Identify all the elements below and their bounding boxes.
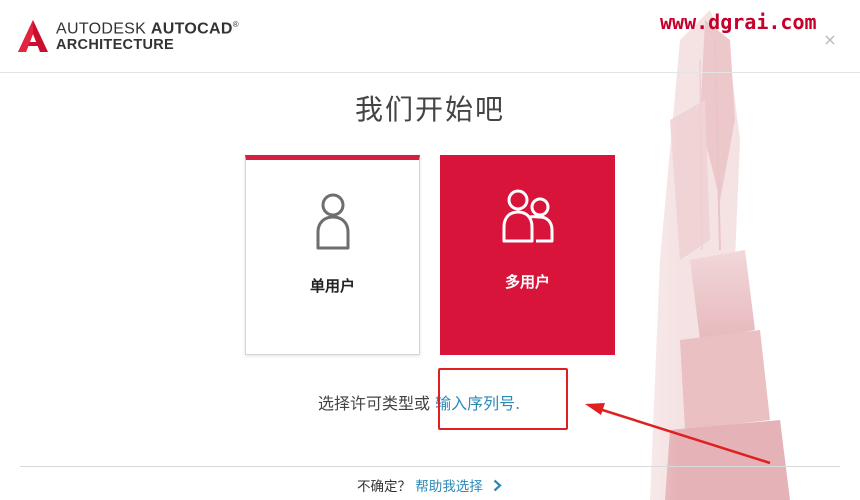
annotation-highlight-box — [438, 368, 568, 430]
footer-divider — [20, 466, 840, 467]
multi-user-label: 多用户 — [504, 273, 550, 291]
brand-product: AUTOCAD — [150, 20, 233, 38]
brand-edition: ARCHITECTURE — [56, 37, 174, 53]
registered-mark: ® — [232, 20, 239, 29]
title-bar: AUTODESK AUTOCAD® ARCHITECTURE www.dgrai… — [0, 0, 860, 73]
footer-help: 不确定？ 帮助我选择 — [357, 475, 502, 495]
autocad-logo-icon — [18, 20, 48, 52]
installer-window: AUTODESK AUTOCAD® ARCHITECTURE www.dgrai… — [0, 0, 860, 500]
page-title: 我们开始吧 — [354, 93, 505, 126]
watermark-text: www.dgrai.com — [660, 10, 817, 34]
close-button[interactable]: × — [822, 32, 838, 48]
help-me-choose-link[interactable]: 帮助我选择 — [415, 479, 483, 495]
single-user-label: 单用户 — [309, 277, 355, 295]
single-user-option[interactable]: 单用户 — [245, 155, 420, 355]
single-user-icon — [246, 192, 419, 254]
multi-user-icon — [440, 187, 615, 249]
brand-company: AUTODESK — [56, 20, 147, 38]
license-prompt-text: 选择许可类型或 — [318, 394, 431, 413]
multi-user-option[interactable]: 多用户 — [440, 155, 615, 355]
chevron-right-icon[interactable] — [493, 479, 502, 492]
brand-name: AUTODESK AUTOCAD® — [56, 20, 239, 38]
annotation-arrow-icon — [585, 403, 771, 465]
footer-question: 不确定？ — [357, 479, 411, 495]
